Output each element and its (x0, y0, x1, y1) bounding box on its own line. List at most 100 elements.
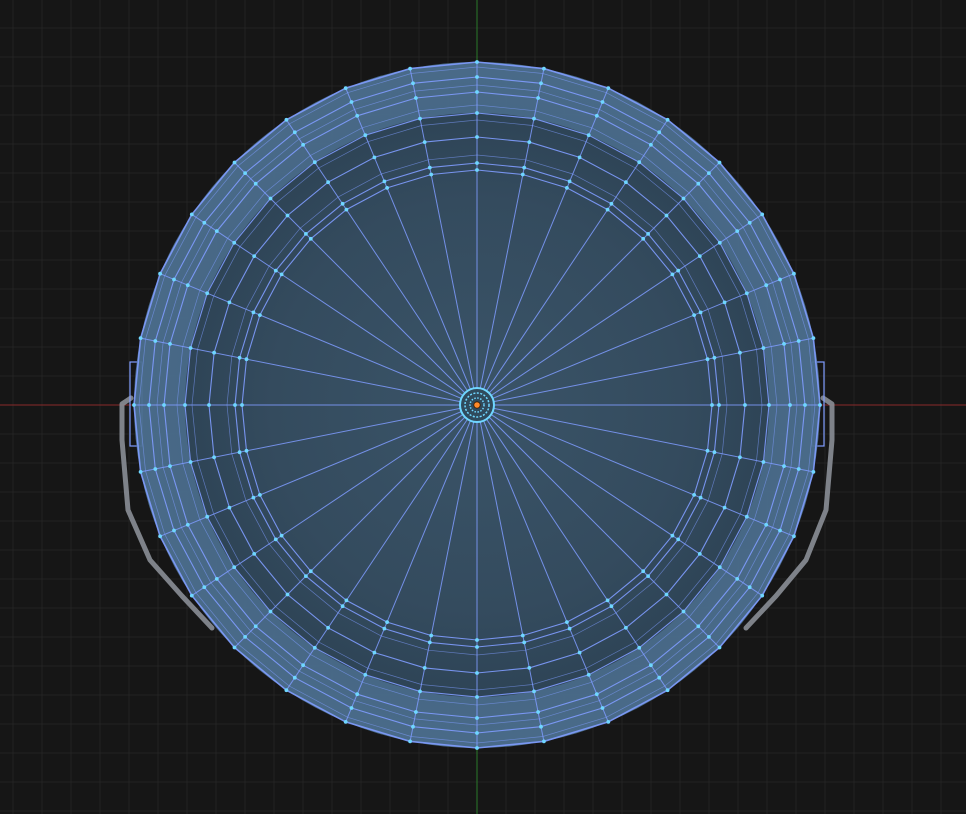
mesh-vertex[interactable] (147, 403, 151, 407)
mesh-vertex[interactable] (676, 268, 681, 273)
mesh-vertex[interactable] (761, 346, 766, 350)
mesh-vertex[interactable] (312, 160, 317, 165)
mesh-vertex[interactable] (767, 403, 771, 407)
mesh-vertex[interactable] (232, 565, 237, 570)
mesh-vertex[interactable] (363, 133, 368, 138)
mesh-vertex[interactable] (422, 666, 427, 670)
mesh-vertex[interactable] (212, 350, 217, 355)
mesh-vertex[interactable] (308, 236, 313, 241)
mesh-vertex[interactable] (665, 688, 670, 693)
mesh-vertex[interactable] (743, 403, 747, 407)
mesh-vertex[interactable] (705, 448, 710, 453)
mesh-vertex[interactable] (138, 336, 143, 340)
mesh-vertex[interactable] (243, 171, 248, 176)
mesh-vertex[interactable] (237, 355, 242, 360)
mesh-vertex[interactable] (744, 514, 749, 519)
mesh-vertex[interactable] (624, 180, 628, 185)
mesh-vertex[interactable] (326, 180, 330, 185)
mesh-vertex[interactable] (577, 155, 582, 160)
mesh-vertex[interactable] (418, 689, 422, 694)
mesh-vertex[interactable] (670, 272, 675, 277)
viewport-canvas[interactable] (0, 0, 966, 814)
mesh-vertex[interactable] (637, 160, 642, 165)
mesh-vertex[interactable] (252, 552, 257, 556)
mesh-vertex[interactable] (292, 130, 297, 135)
mesh-vertex[interactable] (340, 201, 345, 206)
mesh-vertex[interactable] (475, 168, 479, 172)
mesh-vertex[interactable] (422, 140, 427, 145)
mesh-vertex[interactable] (717, 160, 722, 165)
mesh-vertex[interactable] (649, 142, 653, 147)
mesh-vertex[interactable] (355, 692, 360, 697)
mesh-vertex[interactable] (214, 577, 219, 581)
mesh-vertex[interactable] (268, 609, 273, 614)
mesh-vertex[interactable] (385, 186, 389, 190)
mesh-vertex[interactable] (577, 650, 582, 655)
mesh-vertex[interactable] (349, 706, 354, 710)
mesh-vertex[interactable] (722, 300, 727, 305)
mesh-vertex[interactable] (292, 675, 297, 680)
mesh-vertex[interactable] (212, 455, 217, 460)
mesh-vertex[interactable] (475, 638, 479, 642)
mesh-vertex[interactable] (792, 534, 796, 539)
mesh-vertex[interactable] (760, 212, 765, 217)
mesh-vertex[interactable] (189, 593, 194, 598)
mesh-vertex[interactable] (761, 460, 766, 464)
mesh-vertex[interactable] (349, 100, 354, 104)
mesh-vertex[interactable] (168, 342, 172, 346)
mesh-vertex[interactable] (565, 186, 569, 190)
mesh-vertex[interactable] (202, 220, 207, 225)
mesh-vertex[interactable] (414, 96, 418, 100)
mesh-vertex[interactable] (252, 254, 257, 258)
mesh-vertex[interactable] (606, 720, 611, 724)
mesh-vertex[interactable] (243, 635, 248, 639)
mesh-vertex[interactable] (692, 493, 696, 497)
mesh-vertex[interactable] (532, 689, 536, 694)
mesh-vertex[interactable] (382, 626, 387, 631)
mesh-vertex[interactable] (301, 663, 305, 668)
mesh-vertex[interactable] (232, 160, 237, 165)
mesh-vertex[interactable] (676, 537, 681, 542)
mesh-vertex[interactable] (153, 467, 158, 471)
mesh-vertex[interactable] (240, 403, 244, 407)
mesh-vertex[interactable] (411, 724, 415, 729)
mesh-vertex[interactable] (251, 310, 256, 315)
mesh-vertex[interactable] (253, 624, 258, 629)
mesh-vertex[interactable] (735, 229, 740, 234)
mesh-vertex[interactable] (532, 116, 536, 121)
mesh-vertex[interactable] (536, 96, 540, 100)
mesh-vertex[interactable] (475, 135, 479, 139)
mesh-vertex[interactable] (792, 271, 796, 276)
mesh-vertex[interactable] (304, 574, 308, 578)
mesh-vertex[interactable] (646, 574, 650, 578)
mesh-vertex[interactable] (355, 113, 360, 118)
mesh-vertex[interactable] (408, 66, 412, 71)
mesh-vertex[interactable] (778, 277, 782, 282)
mesh-vertex[interactable] (803, 403, 807, 407)
mesh-vertex[interactable] (747, 220, 752, 225)
mesh-vertex[interactable] (475, 90, 479, 94)
mesh-vertex[interactable] (698, 495, 703, 500)
mesh-vertex[interactable] (594, 692, 599, 697)
mesh-vertex[interactable] (665, 117, 670, 122)
mesh-vertex[interactable] (382, 179, 387, 184)
mesh-vertex[interactable] (158, 271, 163, 276)
mesh-vertex[interactable] (735, 577, 740, 581)
mesh-vertex[interactable] (657, 130, 662, 135)
mesh-vertex[interactable] (697, 552, 702, 556)
mesh-vertex[interactable] (232, 240, 237, 245)
mesh-vertex[interactable] (237, 450, 242, 455)
mesh-vertex[interactable] (567, 179, 572, 184)
mesh-vertex[interactable] (527, 666, 532, 670)
mesh-vertex[interactable] (427, 640, 432, 645)
mesh-vertex[interactable] (429, 172, 434, 177)
mesh-vertex[interactable] (185, 283, 190, 288)
mesh-vertex[interactable] (527, 140, 532, 145)
mesh-vertex[interactable] (343, 86, 348, 90)
mesh-vertex[interactable] (372, 155, 377, 160)
mesh-vertex[interactable] (536, 710, 540, 714)
mesh-vertex[interactable] (788, 403, 792, 407)
mesh-vertex[interactable] (475, 75, 479, 79)
mesh-vertex[interactable] (475, 645, 479, 649)
mesh-vertex[interactable] (227, 505, 232, 510)
